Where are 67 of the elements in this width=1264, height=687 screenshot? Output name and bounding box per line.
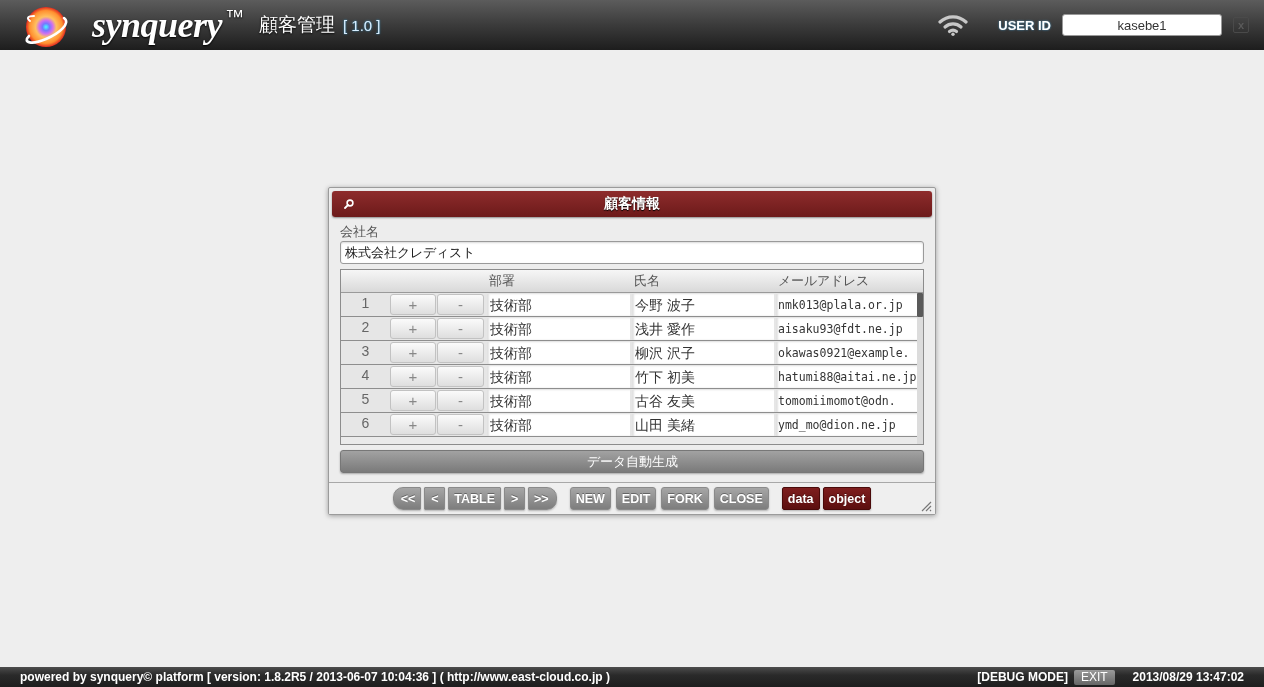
datetime-label: 2013/08/29 13:47:02 xyxy=(1132,670,1244,684)
remove-row-button[interactable]: - xyxy=(437,366,484,387)
nav-button[interactable]: > xyxy=(504,487,526,510)
column-header: メールアドレス xyxy=(777,272,870,290)
table-cell: 技術部 xyxy=(487,318,630,340)
toolbar-button[interactable]: EDIT xyxy=(615,487,657,510)
debug-mode-label: [DEBUG MODE] xyxy=(977,670,1068,684)
exit-button[interactable]: EXIT xyxy=(1073,669,1115,685)
app-name: synquery$^{™}$ xyxy=(92,5,244,45)
toolbar-button[interactable]: FORK xyxy=(661,487,709,510)
table-cell: okawas0921@example. xyxy=(776,342,917,364)
column-header: 氏名 xyxy=(633,272,661,290)
module-title: 顧客管理 xyxy=(259,12,335,37)
company-name-field[interactable]: 株式会社クレディスト xyxy=(340,241,924,264)
add-row-button[interactable]: + xyxy=(390,342,436,363)
field-label: 会社名 xyxy=(340,225,380,239)
add-row-button[interactable]: + xyxy=(390,390,436,411)
footer-text: powered by synquery© platform [ version: 1.8.2R5 / 2013-06-07 10:04:36 ] ( http://www.east-cloud.co.jp ) xyxy=(20,670,610,684)
add-row-button[interactable]: + xyxy=(390,366,436,387)
resize-grip-icon[interactable] xyxy=(921,501,932,512)
table-cell: aisaku93@fdt.ne.jp xyxy=(776,318,917,340)
table-cell: 山田 美緒 xyxy=(632,414,774,436)
remove-row-button[interactable]: - xyxy=(437,390,484,411)
remove-row-button[interactable]: - xyxy=(437,414,484,435)
row-number: 1 xyxy=(360,294,371,313)
nav-button[interactable]: >> xyxy=(528,487,557,510)
nav-button[interactable]: < xyxy=(424,487,446,510)
wifi-icon xyxy=(938,14,969,36)
table-cell: 技術部 xyxy=(487,414,630,436)
table-cell: tomomiimomot@odn. xyxy=(776,390,917,412)
table-cell: 竹下 初美 xyxy=(632,366,774,388)
user-id-field[interactable]: kasebe1 xyxy=(1062,14,1222,36)
table-cell: 技術部 xyxy=(487,366,630,388)
generate-data-button[interactable]: データ自動生成 xyxy=(340,450,924,473)
toolbar-button[interactable]: NEW xyxy=(569,487,611,510)
table-cell: 古谷 友美 xyxy=(632,390,774,412)
row-number: 2 xyxy=(360,318,371,337)
version-label: [ 1.0 ] xyxy=(343,16,381,34)
table-cell: ymd_mo@dion.ne.jp xyxy=(776,414,917,436)
remove-row-button[interactable]: - xyxy=(437,342,484,363)
row-number: 3 xyxy=(360,342,371,361)
row-number: 6 xyxy=(360,414,371,433)
scrollbar[interactable] xyxy=(917,293,923,317)
remove-row-button[interactable]: - xyxy=(437,294,484,315)
nav-button[interactable]: << xyxy=(392,487,422,510)
add-row-button[interactable]: + xyxy=(390,294,436,315)
table-cell: 浅井 愛作 xyxy=(632,318,774,340)
mode-button[interactable]: object xyxy=(822,487,872,510)
row-number: 4 xyxy=(360,366,371,385)
row-number: 5 xyxy=(360,390,371,409)
search-icon[interactable] xyxy=(344,199,354,209)
table-cell: 技術部 xyxy=(487,390,630,412)
toolbar-button[interactable]: CLOSE xyxy=(713,487,769,510)
table-cell: 技術部 xyxy=(487,342,630,364)
table-cell: 柳沢 沢子 xyxy=(632,342,774,364)
table-cell: nmk013@plala.or.jp xyxy=(776,294,917,316)
add-row-button[interactable]: + xyxy=(390,414,436,435)
dialog-title: 顧客情報 xyxy=(603,195,661,213)
column-header: 部署 xyxy=(488,272,516,290)
remove-row-button[interactable]: - xyxy=(437,318,484,339)
table-cell: 技術部 xyxy=(487,294,630,316)
table-cell: hatumi88@aitai.ne.jp xyxy=(776,366,917,388)
nav-button[interactable]: TABLE xyxy=(448,487,502,510)
user-id-label: USER ID xyxy=(998,17,1051,33)
add-row-button[interactable]: + xyxy=(390,318,436,339)
table-cell: 今野 波子 xyxy=(632,294,774,316)
mode-button[interactable]: data xyxy=(781,487,820,510)
